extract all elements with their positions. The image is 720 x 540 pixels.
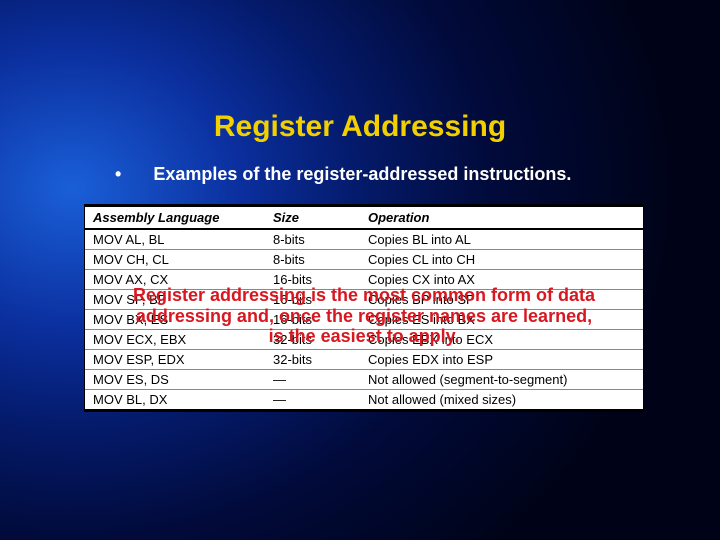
cell-size: 32-bits [265, 350, 360, 370]
table-row: MOV BL, DX — Not allowed (mixed sizes) [85, 390, 643, 411]
slide: Register Addressing • Examples of the re… [0, 0, 720, 540]
table-header-row: Assembly Language Size Operation [85, 206, 643, 229]
cell-asm: MOV CH, CL [85, 250, 265, 270]
table-row: MOV CH, CL 8-bits Copies CL into CH [85, 250, 643, 270]
table-row: MOV ES, DS — Not allowed (segment-to-seg… [85, 370, 643, 390]
th-assembly: Assembly Language [85, 206, 265, 229]
cell-asm: MOV ES, DS [85, 370, 265, 390]
cell-op: Copies ES into BX [360, 310, 643, 330]
bullet-text: Examples of the register-addressed instr… [153, 164, 571, 185]
cell-size: — [265, 390, 360, 411]
cell-size: 8-bits [265, 229, 360, 250]
cell-op: Copies BP into SP [360, 290, 643, 310]
cell-asm: MOV AX, CX [85, 270, 265, 290]
cell-size: 8-bits [265, 250, 360, 270]
instruction-table: Assembly Language Size Operation MOV AL,… [84, 204, 644, 412]
table-row: MOV ESP, EDX 32-bits Copies EDX into ESP [85, 350, 643, 370]
table-row: MOV ECX, EBX 32-bits Copies EBX into ECX [85, 330, 643, 350]
table-row: MOV AL, BL 8-bits Copies BL into AL [85, 229, 643, 250]
table-row: MOV SP, BP 16-bits Copies BP into SP [85, 290, 643, 310]
th-operation: Operation [360, 206, 643, 229]
cell-size: 16-bits [265, 270, 360, 290]
cell-op: Copies EBX into ECX [360, 330, 643, 350]
cell-asm: MOV ESP, EDX [85, 350, 265, 370]
bullet-marker: • [115, 164, 121, 185]
cell-op: Not allowed (mixed sizes) [360, 390, 643, 411]
cell-asm: MOV ECX, EBX [85, 330, 265, 350]
cell-asm: MOV AL, BL [85, 229, 265, 250]
cell-asm: MOV SP, BP [85, 290, 265, 310]
cell-op: Copies CX into AX [360, 270, 643, 290]
cell-size: 16-bits [265, 310, 360, 330]
cell-op: Copies BL into AL [360, 229, 643, 250]
cell-asm: MOV BL, DX [85, 390, 265, 411]
cell-size: 32-bits [265, 330, 360, 350]
cell-op: Not allowed (segment-to-segment) [360, 370, 643, 390]
bullet-row: • Examples of the register-addressed ins… [115, 164, 660, 185]
cell-asm: MOV BX, ES [85, 310, 265, 330]
table-row: MOV BX, ES 16-bits Copies ES into BX [85, 310, 643, 330]
th-size: Size [265, 206, 360, 229]
cell-op: Copies CL into CH [360, 250, 643, 270]
table-row: MOV AX, CX 16-bits Copies CX into AX [85, 270, 643, 290]
cell-size: 16-bits [265, 290, 360, 310]
cell-size: — [265, 370, 360, 390]
cell-op: Copies EDX into ESP [360, 350, 643, 370]
slide-title: Register Addressing [0, 110, 720, 144]
